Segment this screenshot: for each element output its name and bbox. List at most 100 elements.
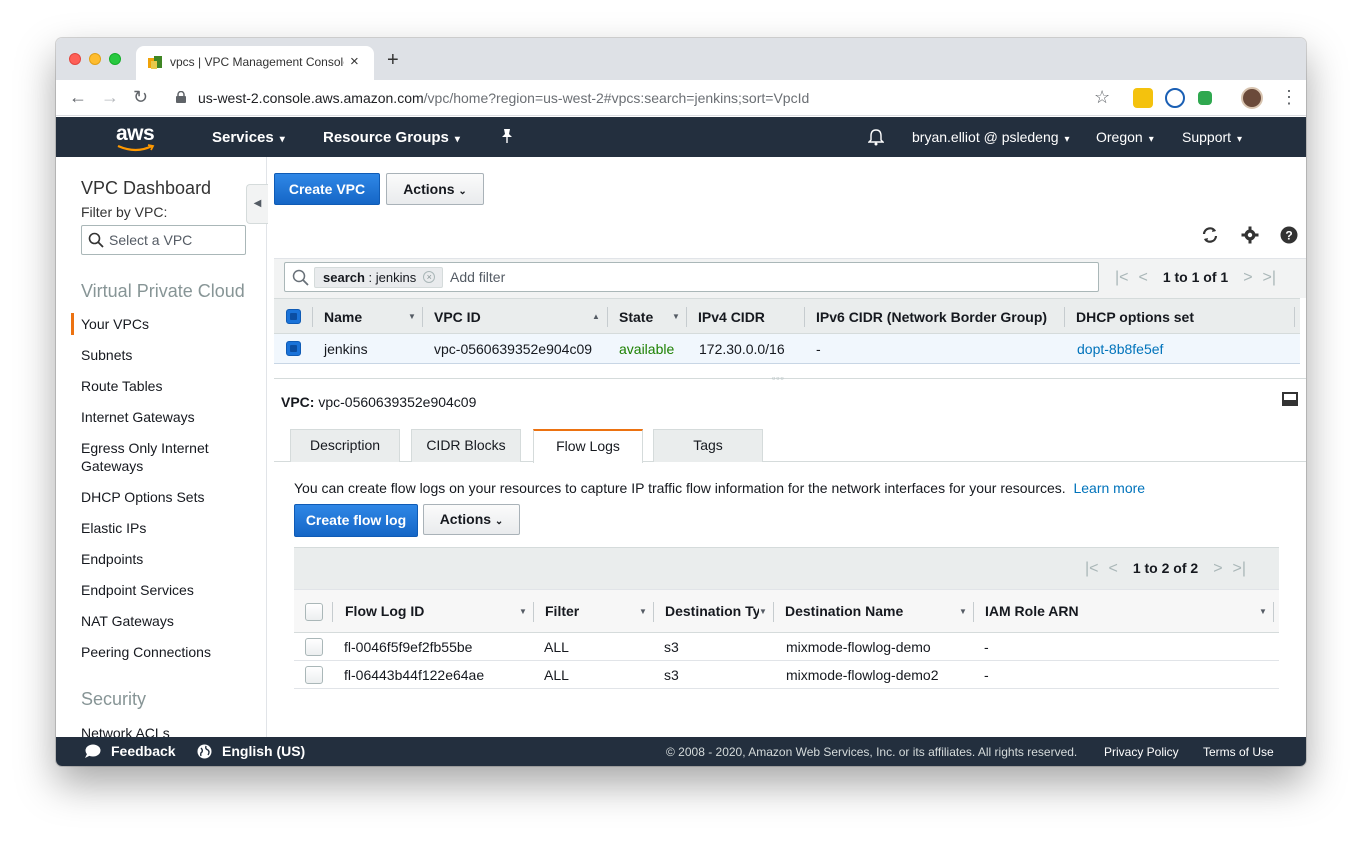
sort-icon[interactable]: ▼	[672, 312, 680, 321]
sidebar-item-dhcp-options[interactable]: DHCP Options Sets	[81, 488, 251, 506]
sidebar-item-egress-only-gateways[interactable]: Egress Only Internet Gateways	[81, 439, 231, 475]
sidebar-item-subnets[interactable]: Subnets	[81, 346, 251, 364]
refresh-icon[interactable]	[1200, 225, 1220, 245]
select-all-checkbox[interactable]	[286, 309, 301, 324]
help-icon[interactable]: ?	[1280, 226, 1298, 244]
tab-cidr-blocks[interactable]: CIDR Blocks	[411, 429, 521, 462]
profile-avatar[interactable]	[1241, 87, 1263, 109]
table-row[interactable]: jenkins vpc-0560639352e904c09 available …	[274, 334, 1300, 364]
tab-tags[interactable]: Tags	[653, 429, 763, 462]
sort-icon[interactable]: ▼	[759, 607, 767, 616]
pane-splitter[interactable]	[274, 378, 1306, 379]
sort-icon[interactable]: ▼	[959, 607, 967, 616]
sidebar-item-your-vpcs[interactable]: Your VPCs	[81, 315, 251, 333]
minimize-window-button[interactable]	[89, 53, 101, 65]
column-header-filter[interactable]: Filter	[545, 603, 579, 619]
next-page-icon[interactable]: >	[1243, 269, 1252, 286]
column-header-iam-role-arn[interactable]: IAM Role ARN	[985, 603, 1079, 619]
collapse-sidebar-button[interactable]: ◀	[246, 184, 268, 224]
column-header-name[interactable]: Name	[324, 309, 362, 325]
menu-kebab-icon[interactable]: ⋮	[1280, 87, 1298, 108]
prev-page-icon[interactable]: <	[1109, 560, 1118, 577]
row-checkbox[interactable]	[305, 638, 323, 656]
sort-icon[interactable]: ▼	[408, 312, 416, 321]
search-filter-input[interactable]: search : jenkins × Add filter	[284, 262, 1099, 292]
sidebar-item-endpoints[interactable]: Endpoints	[81, 550, 251, 568]
column-header-destination-type[interactable]: Destination Type	[665, 603, 759, 619]
sidebar-item-endpoint-services[interactable]: Endpoint Services	[81, 581, 251, 599]
region-menu[interactable]: Oregon ▾	[1096, 129, 1154, 145]
settings-gear-icon[interactable]	[1241, 226, 1259, 244]
sort-icon[interactable]: ▼	[1259, 607, 1267, 616]
table-row[interactable]: fl-0046f5f9ef2fb55be ALL s3 mixmode-flow…	[294, 633, 1279, 661]
sort-ascending-icon[interactable]: ▲	[592, 312, 600, 321]
pin-icon[interactable]	[500, 128, 514, 144]
next-page-icon[interactable]: >	[1213, 560, 1222, 577]
first-page-icon[interactable]: |<	[1085, 560, 1099, 577]
search-filter-token[interactable]: search : jenkins ×	[314, 267, 444, 288]
star-icon[interactable]: ☆	[1094, 87, 1110, 108]
sort-icon[interactable]: ▼	[519, 607, 527, 616]
resize-grip-icon[interactable]: ▫▫▫	[772, 373, 785, 383]
row-checkbox[interactable]	[286, 341, 301, 356]
layout-bottom-icon[interactable]	[1282, 392, 1298, 406]
forward-icon[interactable]: →	[101, 87, 119, 107]
close-window-button[interactable]	[69, 53, 81, 65]
table-row[interactable]: fl-06443b44f122e64ae ALL s3 mixmode-flow…	[294, 661, 1279, 689]
sidebar-item-peering-connections[interactable]: Peering Connections	[81, 643, 251, 661]
last-page-icon[interactable]: >|	[1233, 560, 1247, 577]
flow-log-destination-link[interactable]: mixmode-flowlog-demo2	[786, 667, 939, 683]
create-vpc-button[interactable]: Create VPC	[274, 173, 380, 205]
back-icon[interactable]: ←	[69, 87, 87, 107]
column-header-destination-name[interactable]: Destination Name	[785, 603, 903, 619]
tab-flow-logs[interactable]: Flow Logs	[533, 429, 643, 463]
tab-description[interactable]: Description	[290, 429, 400, 462]
feedback-link[interactable]: Feedback	[111, 743, 176, 759]
column-header-flow-log-id[interactable]: Flow Log ID	[345, 603, 424, 619]
language-selector[interactable]: English (US)	[222, 743, 305, 759]
flow-log-destination-link[interactable]: mixmode-flowlog-demo	[786, 639, 931, 655]
tab-close-icon[interactable]: ×	[350, 53, 359, 70]
learn-more-link[interactable]: Learn more	[1073, 480, 1145, 496]
resource-groups-menu[interactable]: Resource Groups ▾	[323, 129, 460, 146]
terms-of-use-link[interactable]: Terms of Use	[1203, 745, 1274, 759]
create-flow-log-button[interactable]: Create flow log	[294, 504, 418, 537]
browser-tab[interactable]: vpcs | VPC Management Console ×	[136, 46, 374, 80]
select-all-checkbox[interactable]	[305, 603, 323, 621]
account-menu[interactable]: bryan.elliot @ psledeng ▾	[912, 129, 1070, 145]
sort-icon[interactable]: ▼	[639, 607, 647, 616]
last-page-icon[interactable]: >|	[1263, 269, 1277, 286]
column-header-state[interactable]: State	[619, 309, 653, 325]
aws-logo[interactable]: aws	[116, 122, 155, 146]
privacy-policy-link[interactable]: Privacy Policy	[1104, 745, 1179, 759]
dhcp-options-link[interactable]: dopt-8b8fe5ef	[1077, 341, 1163, 357]
sidebar-item-network-acls[interactable]: Network ACLs	[81, 724, 251, 737]
column-header-ipv4-cidr[interactable]: IPv4 CIDR	[698, 309, 765, 325]
row-checkbox[interactable]	[305, 666, 323, 684]
browser-toolbar: ← → ↻ us-west-2.console.aws.amazon.com/v…	[56, 80, 1306, 116]
sidebar-item-nat-gateways[interactable]: NAT Gateways	[81, 612, 251, 630]
actions-button[interactable]: Actions ⌄	[386, 173, 484, 205]
column-header-ipv6-cidr[interactable]: IPv6 CIDR (Network Border Group)	[816, 309, 1047, 325]
extension-password-icon[interactable]	[1165, 88, 1185, 108]
first-page-icon[interactable]: |<	[1115, 269, 1129, 286]
notifications-bell-icon[interactable]	[868, 128, 884, 146]
remove-token-icon[interactable]: ×	[423, 271, 436, 283]
column-header-dhcp[interactable]: DHCP options set	[1076, 309, 1194, 325]
reload-icon[interactable]: ↻	[133, 87, 148, 107]
sidebar-item-internet-gateways[interactable]: Internet Gateways	[81, 408, 251, 426]
maximize-window-button[interactable]	[109, 53, 121, 65]
extension-cube-icon[interactable]	[1198, 91, 1212, 105]
sidebar-item-route-tables[interactable]: Route Tables	[81, 377, 251, 395]
sidebar-item-elastic-ips[interactable]: Elastic IPs	[81, 519, 251, 537]
address-bar[interactable]: us-west-2.console.aws.amazon.com/vpc/hom…	[198, 90, 809, 106]
new-tab-button[interactable]: +	[387, 50, 399, 70]
support-menu[interactable]: Support ▾	[1182, 129, 1242, 145]
extension-notes-icon[interactable]	[1133, 88, 1153, 108]
vpc-filter-select[interactable]: Select a VPC	[81, 225, 246, 255]
column-header-vpc-id[interactable]: VPC ID	[434, 309, 481, 325]
sidebar-title[interactable]: VPC Dashboard	[81, 178, 211, 199]
prev-page-icon[interactable]: <	[1139, 269, 1148, 286]
services-menu[interactable]: Services ▾	[212, 129, 285, 146]
flow-log-actions-button[interactable]: Actions ⌄	[423, 504, 520, 535]
